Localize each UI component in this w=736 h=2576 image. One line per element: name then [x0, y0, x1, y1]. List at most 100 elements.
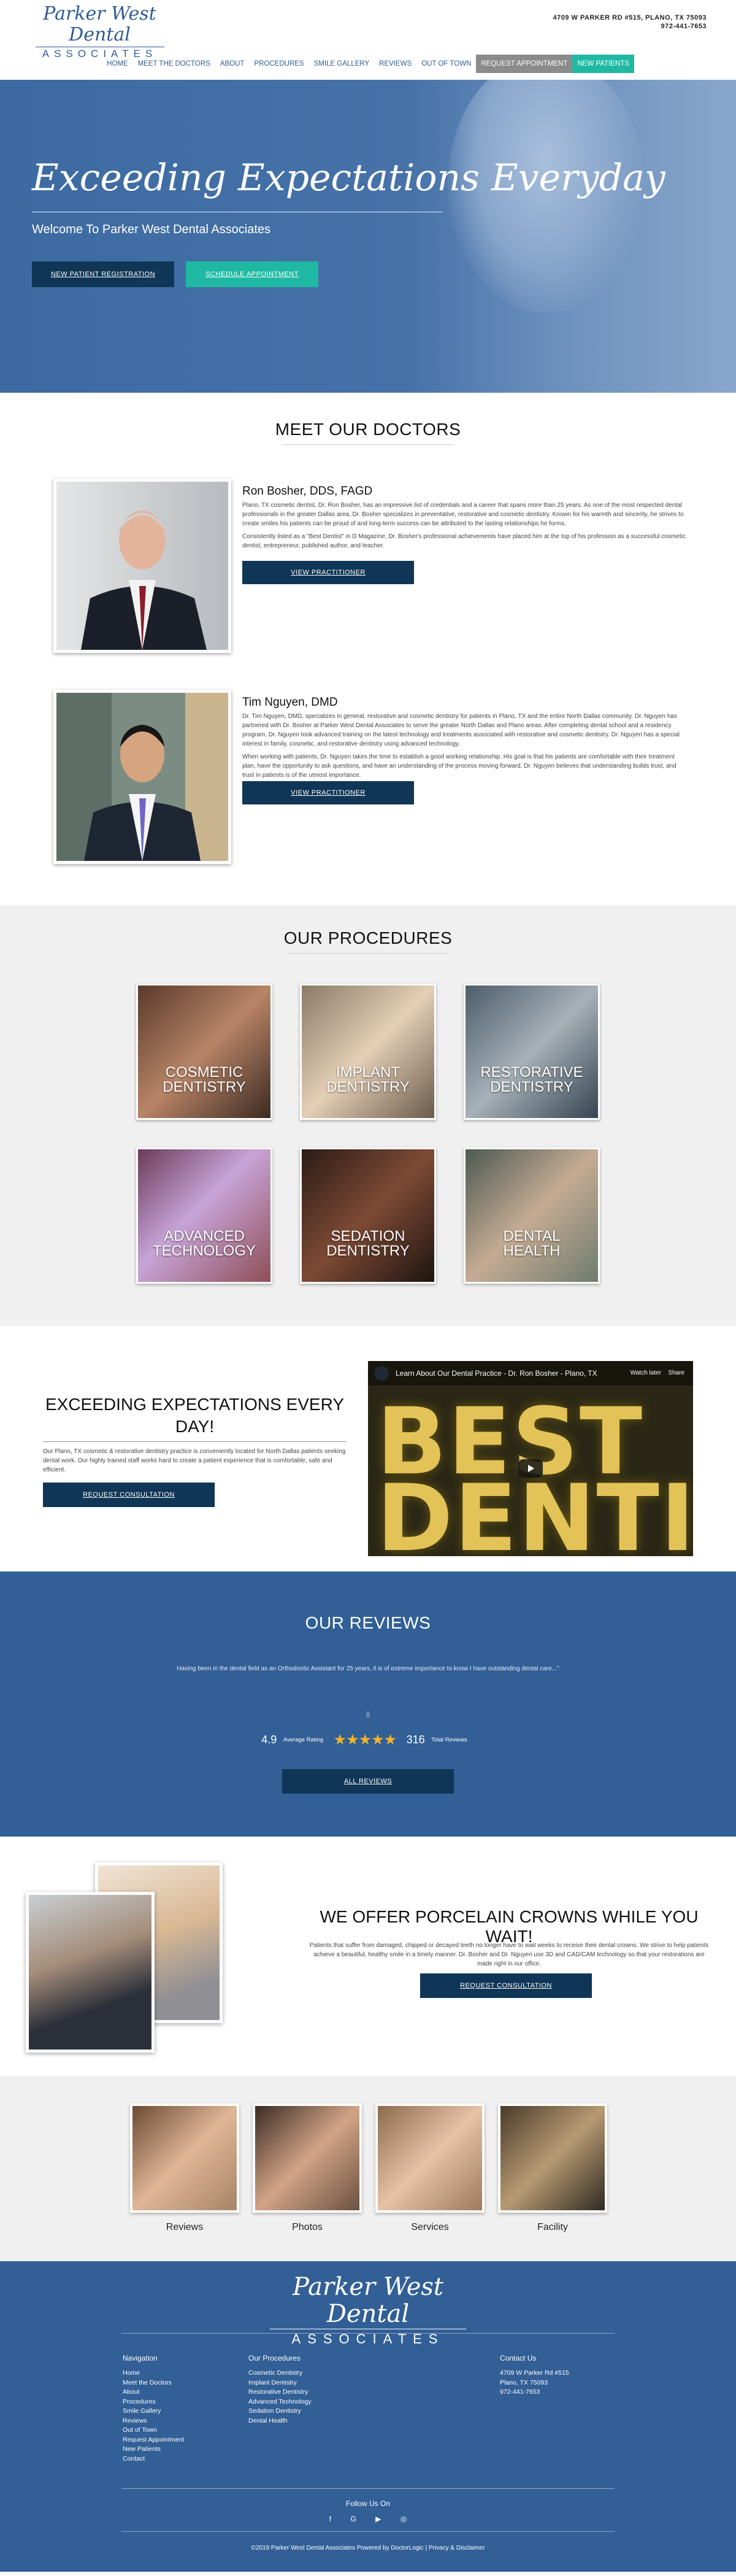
- procedure-tile-dental-health[interactable]: DENTAL HEALTH: [464, 1147, 600, 1284]
- follow-us-label: Follow Us On: [345, 2499, 391, 2508]
- procedure-label: ADVANCED TECHNOLOGY: [152, 1228, 256, 1259]
- expectations-text: Our Plano, TX cosmetic & restorative den…: [43, 1448, 346, 1473]
- total-reviews-value: 316: [406, 1733, 425, 1746]
- our-reviews-section: OUR REVIEWS Having been in the dental fi…: [0, 1571, 736, 1837]
- share-button[interactable]: Share: [668, 1361, 684, 1386]
- footer-link-advanced-technology[interactable]: Advanced Technology: [248, 2397, 312, 2407]
- quick-link-services[interactable]: Services: [375, 2222, 485, 2233]
- crown-photo-man: [26, 1892, 155, 2053]
- doctor-photo-bosher: [53, 479, 231, 653]
- footer-link-about[interactable]: About: [123, 2388, 184, 2397]
- footer-phone[interactable]: 972-441-7653: [500, 2388, 569, 2397]
- footer-address-line: 4709 W Parker Rd #515: [500, 2369, 569, 2377]
- footer-link-meet-the-doctors[interactable]: Meet the Doctors: [123, 2378, 184, 2388]
- total-reviews-label: Total Reviews: [431, 1737, 467, 1743]
- our-procedures-section: OUR PROCEDURES COSMETIC DENTISTRY IMPLANT…: [0, 905, 736, 1326]
- footer-link-request-appointment[interactable]: Request Appointment: [123, 2435, 184, 2445]
- footer-link-smile-gallery[interactable]: Smile Gallery: [123, 2407, 184, 2416]
- play-icon[interactable]: [518, 1459, 543, 1478]
- footer-link-contact[interactable]: Contact: [123, 2455, 184, 2464]
- header-phone[interactable]: 972-441-7653: [553, 22, 707, 31]
- procedure-tile-cosmetic-dentistry[interactable]: COSMETIC DENTISTRY: [136, 984, 272, 1120]
- nav-new-patients-button[interactable]: NEW PATIENTS: [572, 55, 634, 73]
- doctor-bio-paragraph: Dr. Tim Nguyen, DMD, specializes in gene…: [242, 713, 680, 747]
- footer-link-new-patients[interactable]: New Patients: [123, 2445, 184, 2455]
- quick-link-image-services[interactable]: [375, 2104, 485, 2213]
- star-rating-icon: ★★★★★: [333, 1732, 397, 1748]
- hero-title: Exceeding Expectations Everyday: [32, 156, 665, 199]
- logo-script-text: Parker West Dental: [43, 3, 156, 45]
- social-icons: f G ▶ ◎: [0, 2515, 736, 2523]
- nav-about[interactable]: ABOUT: [215, 55, 250, 73]
- nav-out-of-town[interactable]: OUT OF TOWN: [416, 55, 476, 73]
- carousel-indicator[interactable]: ||: [0, 1711, 736, 1718]
- footer-link-out-of-town[interactable]: Out of Town: [123, 2426, 184, 2435]
- quick-links-section: Reviews Photos Services Facility: [0, 2076, 736, 2261]
- doctor-name-bosher: Ron Bosher, DDS, FAGD: [242, 485, 373, 498]
- youtube-icon[interactable]: ▶: [375, 2515, 381, 2523]
- schedule-appointment-button[interactable]: SCHEDULE APPOINTMENT: [186, 261, 318, 287]
- footer-link-cosmetic-dentistry[interactable]: Cosmetic Dentistry: [248, 2369, 312, 2378]
- main-nav: HOME MEET THE DOCTORS ABOUT PROCEDURES S…: [0, 55, 736, 73]
- video-player[interactable]: BEST DENTISTS Learn About Our Dental Pra…: [368, 1361, 693, 1556]
- footer-divider: [121, 2333, 615, 2334]
- google-icon[interactable]: G: [350, 2515, 356, 2523]
- footer-link-home[interactable]: Home: [123, 2369, 184, 2378]
- doctor-bio-paragraph: Consistently listed as a "Best Dentist" …: [242, 533, 686, 549]
- quick-link-reviews[interactable]: Reviews: [130, 2222, 239, 2233]
- procedure-tile-advanced-technology[interactable]: ADVANCED TECHNOLOGY: [136, 1147, 272, 1284]
- hero-subtitle: Welcome To Parker West Dental Associates: [32, 223, 271, 236]
- quick-link-facility[interactable]: Facility: [498, 2222, 607, 2233]
- meet-our-doctors-section: MEET OUR DOCTORS Ron Bosher, DDS, FAGD P…: [0, 393, 736, 905]
- footer-navigation: Navigation Home Meet the Doctors About P…: [123, 2354, 184, 2464]
- video-thumbnail-text: BEST DENTISTS: [377, 1389, 693, 1556]
- procedures-title-divider: [288, 953, 448, 954]
- channel-avatar-icon[interactable]: [374, 1366, 389, 1381]
- quick-link-image-facility[interactable]: [498, 2104, 607, 2213]
- footer-contact: Contact Us 4709 W Parker Rd #515 Plano, …: [500, 2354, 569, 2397]
- procedure-label: IMPLANT DENTISTRY: [326, 1064, 410, 1095]
- footer-nav-heading: Navigation: [123, 2354, 158, 2362]
- footer-logo-caps: ASSOCIATES: [291, 2331, 445, 2347]
- site-header: Parker West Dental ASSOCIATES 4709 W PAR…: [0, 0, 736, 60]
- nav-request-appointment-button[interactable]: REQUEST APPOINTMENT: [476, 55, 573, 73]
- doctor-bio-paragraph: Plano, TX cosmetic dentist, Dr. Ron Bosh…: [242, 502, 684, 527]
- footer-link-restorative-dentistry[interactable]: Restorative Dentistry: [248, 2388, 312, 2397]
- nav-procedures[interactable]: PROCEDURES: [249, 55, 309, 73]
- nav-meet-the-doctors[interactable]: MEET THE DOCTORS: [133, 55, 215, 73]
- quick-link-image-reviews[interactable]: [130, 2104, 239, 2213]
- footer-link-reviews[interactable]: Reviews: [123, 2416, 184, 2426]
- header-contact: 4709 W PARKER RD #515, PLANO, TX 75093 9…: [553, 13, 707, 31]
- doctors-title-divider: [282, 444, 454, 445]
- procedure-tile-implant-dentistry[interactable]: IMPLANT DENTISTRY: [300, 984, 436, 1120]
- nav-home[interactable]: HOME: [102, 55, 133, 73]
- average-rating-label: Average Rating: [283, 1737, 324, 1743]
- footer-link-procedures[interactable]: Procedures: [123, 2397, 184, 2407]
- doctor-bio-bosher: Plano, TX cosmetic dentist, Dr. Ron Bosh…: [242, 501, 687, 550]
- quick-link-image-photos[interactable]: [253, 2104, 362, 2213]
- view-practitioner-button-nguyen[interactable]: VIEW PRACTITIONER: [242, 781, 414, 804]
- procedure-tile-sedation-dentistry[interactable]: SEDATION DENTISTRY: [300, 1147, 436, 1284]
- procedure-label: DENTAL HEALTH: [503, 1228, 561, 1259]
- request-consultation-button-crowns[interactable]: REQUEST CONSULTATION: [420, 1973, 592, 1998]
- nav-reviews[interactable]: REVIEWS: [374, 55, 416, 73]
- footer-city-line: Plano, TX 75093: [500, 2378, 548, 2386]
- facebook-icon[interactable]: f: [329, 2515, 331, 2523]
- view-practitioner-button-bosher[interactable]: VIEW PRACTITIONER: [242, 561, 414, 584]
- all-reviews-button[interactable]: ALL REVIEWS: [282, 1769, 454, 1794]
- request-consultation-button[interactable]: REQUEST CONSULTATION: [43, 1483, 215, 1507]
- footer-link-sedation-dentistry[interactable]: Sedation Dentistry: [248, 2407, 312, 2416]
- watch-later-button[interactable]: Watch later: [631, 1361, 661, 1386]
- footer-logo[interactable]: Parker West Dental ASSOCIATES: [261, 2273, 475, 2347]
- procedure-tile-restorative-dentistry[interactable]: RESTORATIVE DENTISTRY: [464, 984, 600, 1120]
- quick-link-photos[interactable]: Photos: [253, 2222, 362, 2233]
- new-patient-registration-button[interactable]: NEW PATIENT REGISTRATION: [32, 261, 174, 287]
- video-title[interactable]: Learn About Our Dental Practice - Dr. Ro…: [396, 1369, 597, 1378]
- procedure-label: COSMETIC DENTISTRY: [163, 1064, 246, 1095]
- instagram-icon[interactable]: ◎: [401, 2515, 407, 2523]
- nav-smile-gallery[interactable]: SMILE GALLERY: [309, 55, 375, 73]
- nav-bar-wrap: HOME MEET THE DOCTORS ABOUT PROCEDURES S…: [0, 48, 736, 80]
- expectations-section: EXCEEDING EXPECTATIONS EVERY DAY! Our Pl…: [0, 1326, 736, 1571]
- footer-link-implant-dentistry[interactable]: Implant Dentistry: [248, 2378, 312, 2388]
- footer-link-dental-health[interactable]: Dental Health: [248, 2416, 312, 2426]
